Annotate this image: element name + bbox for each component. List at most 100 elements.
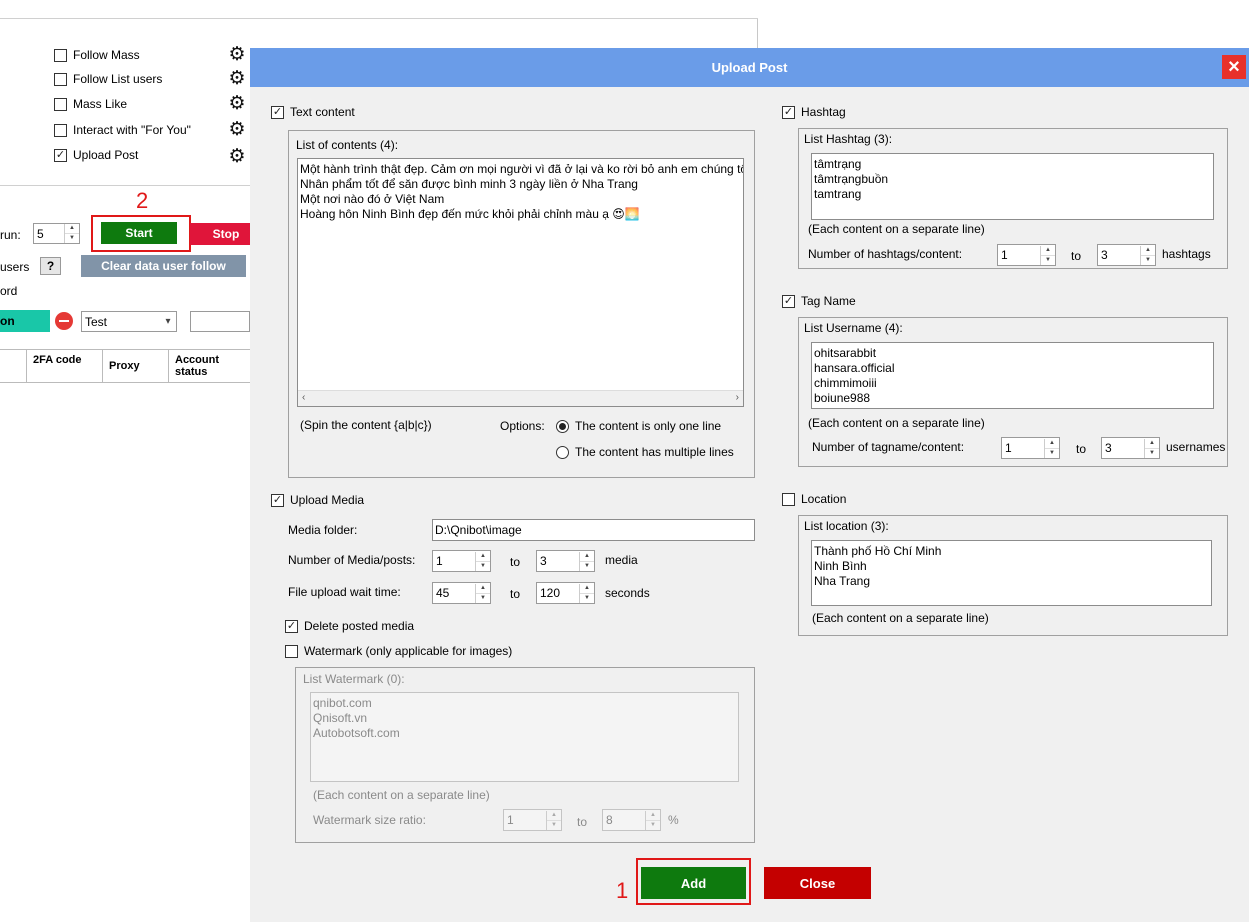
hashtag-count-to[interactable]: 3 ▲ ▼	[1097, 244, 1156, 266]
checkbox[interactable]	[285, 644, 298, 658]
stepper-arrows[interactable]: ▲ ▼	[475, 583, 490, 603]
checkbox-checked[interactable]: ✓	[271, 493, 284, 507]
option-multiple-lines[interactable]: The content has multiple lines	[556, 444, 734, 460]
function-follow-list-users[interactable]: Follow List users	[54, 70, 162, 88]
function-mass-like[interactable]: Mass Like	[54, 95, 127, 113]
radio[interactable]	[556, 445, 569, 459]
checkbox[interactable]	[54, 48, 67, 62]
wait-time-from[interactable]: 45 ▲ ▼	[432, 582, 491, 604]
stepper-arrows[interactable]: ▲ ▼	[1144, 438, 1159, 458]
action-button[interactable]: on	[0, 310, 50, 332]
watermark-caption: List Watermark (0):	[303, 672, 405, 686]
dialog-title-bar: Upload Post	[250, 48, 1249, 87]
stepper-arrows[interactable]: ▲ ▼	[579, 583, 594, 603]
chevron-down-icon: ▾	[165, 316, 171, 327]
media-count-from[interactable]: 1 ▲ ▼	[432, 550, 491, 572]
stop-sign-icon[interactable]	[55, 312, 73, 330]
stepper-arrows[interactable]: ▲ ▼	[1140, 245, 1155, 265]
hashtag-unit: hashtags	[1162, 247, 1211, 261]
hashtag-caption: List Hashtag (3):	[804, 132, 893, 146]
function-interact-for-you[interactable]: Interact with "For You"	[54, 121, 191, 139]
upload-post-dialog: Upload Post × ✓ Text content List of con…	[250, 48, 1249, 922]
stepper-arrows[interactable]: ▲ ▼	[579, 551, 594, 571]
to-label: to	[1076, 442, 1087, 456]
stop-button[interactable]: Stop	[190, 223, 250, 245]
stepper-arrows[interactable]: ▲ ▼	[475, 551, 490, 571]
search-input[interactable]	[190, 311, 250, 332]
password-label: ord	[0, 284, 18, 298]
hashtag-count-from[interactable]: 1 ▲ ▼	[997, 244, 1056, 266]
stepper-arrows[interactable]: ▲ ▼	[64, 224, 79, 243]
upload-media-toggle[interactable]: ✓ Upload Media	[271, 492, 364, 508]
add-button[interactable]: Add	[641, 867, 746, 899]
media-folder-input[interactable]: D:\Qnibot\image	[432, 519, 755, 541]
username-textarea[interactable]: ohitsarabbit hansara.official chimmimoii…	[811, 342, 1214, 409]
tag-name-toggle[interactable]: ✓ Tag Name	[782, 293, 856, 309]
option-single-line[interactable]: The content is only one line	[556, 418, 721, 434]
radio-selected[interactable]	[556, 419, 569, 433]
profile-select[interactable]: Test ▾	[81, 311, 177, 332]
hashtag-count-label: Number of hashtags/content:	[808, 247, 963, 261]
run-threads-stepper[interactable]: 5 ▲ ▼	[33, 223, 80, 244]
checkbox[interactable]	[54, 97, 67, 111]
gear-icon[interactable]: ⚙	[228, 147, 246, 166]
stepper-arrows[interactable]: ▲ ▼	[1040, 245, 1055, 265]
watermark-ratio-from[interactable]: 1 ▲ ▼	[503, 809, 562, 831]
watermark-toggle[interactable]: Watermark (only applicable for images)	[285, 643, 512, 659]
location-toggle[interactable]: Location	[782, 491, 846, 507]
hashtag-textarea[interactable]: tâmtrạng tâmtrạngbuồn tamtrang	[811, 153, 1214, 220]
location-textarea[interactable]: Thành phố Hồ Chí Minh Ninh Bình Nha Tran…	[811, 540, 1212, 606]
delete-posted-media-toggle[interactable]: ✓ Delete posted media	[285, 618, 414, 634]
watermark-textarea[interactable]: qnibot.com Qnisoft.vn Autobotsoft.com	[310, 692, 739, 782]
seconds-unit: seconds	[605, 586, 650, 600]
close-icon[interactable]: ×	[1222, 55, 1246, 79]
scroll-right-icon[interactable]: ›	[736, 392, 739, 403]
start-button[interactable]: Start	[101, 222, 177, 244]
checkbox-checked[interactable]: ✓	[271, 105, 284, 119]
watermark-ratio-to[interactable]: 8 ▲ ▼	[602, 809, 661, 831]
contents-textarea[interactable]: Một hành trình thật đẹp. Cảm ơn mọi ngườ…	[297, 158, 744, 407]
checkbox[interactable]	[54, 123, 67, 137]
gear-icon[interactable]: ⚙	[228, 69, 246, 88]
checkbox-checked[interactable]: ✓	[285, 619, 298, 633]
tagname-count-to[interactable]: 3 ▲ ▼	[1101, 437, 1160, 459]
horizontal-scrollbar[interactable]: ‹ ›	[298, 390, 743, 406]
stepper-arrows[interactable]: ▲ ▼	[645, 810, 660, 830]
checkbox-checked[interactable]: ✓	[54, 148, 67, 162]
col-proxy[interactable]: Proxy	[102, 350, 168, 382]
col-2fa[interactable]: 2FA code	[26, 350, 102, 382]
function-upload-post[interactable]: ✓ Upload Post	[54, 146, 138, 164]
dialog-title: Upload Post	[711, 60, 788, 75]
checkbox-checked[interactable]: ✓	[782, 294, 795, 308]
gear-icon[interactable]: ⚙	[228, 94, 246, 113]
tagname-count-label: Number of tagname/content:	[812, 440, 965, 454]
checkbox[interactable]	[782, 492, 795, 506]
to-label: to	[577, 815, 588, 829]
hashtag-toggle[interactable]: ✓ Hashtag	[782, 104, 846, 120]
checkbox-checked[interactable]: ✓	[782, 105, 795, 119]
tagname-count-from[interactable]: 1 ▲ ▼	[1001, 437, 1060, 459]
clear-data-user-follow-button[interactable]: Clear data user follow	[81, 255, 246, 277]
text-content-toggle[interactable]: ✓ Text content	[271, 104, 355, 120]
scroll-left-icon[interactable]: ‹	[302, 392, 305, 403]
function-follow-mass[interactable]: Follow Mass	[54, 46, 140, 64]
annotation-number-1: 1	[616, 878, 629, 903]
run-label: run:	[0, 228, 21, 242]
tagname-unit: usernames	[1166, 440, 1226, 454]
col-account-status[interactable]: Account status	[168, 350, 250, 382]
location-hint: (Each content on a separate line)	[812, 611, 989, 625]
help-button[interactable]: ?	[40, 257, 61, 275]
spin-hint: (Spin the content {a|b|c})	[300, 418, 432, 432]
stepper-arrows[interactable]: ▲ ▼	[546, 810, 561, 830]
gear-icon[interactable]: ⚙	[228, 45, 246, 64]
close-button[interactable]: Close	[764, 867, 871, 899]
media-folder-label: Media folder:	[288, 523, 358, 537]
window-edge	[757, 18, 758, 48]
checkbox[interactable]	[54, 72, 67, 86]
media-count-to[interactable]: 3 ▲ ▼	[536, 550, 595, 572]
stepper-arrows[interactable]: ▲ ▼	[1044, 438, 1059, 458]
wait-time-to[interactable]: 120 ▲ ▼	[536, 582, 595, 604]
to-label: to	[510, 555, 521, 569]
watermark-hint: (Each content on a separate line)	[313, 788, 490, 802]
gear-icon[interactable]: ⚙	[228, 120, 246, 139]
